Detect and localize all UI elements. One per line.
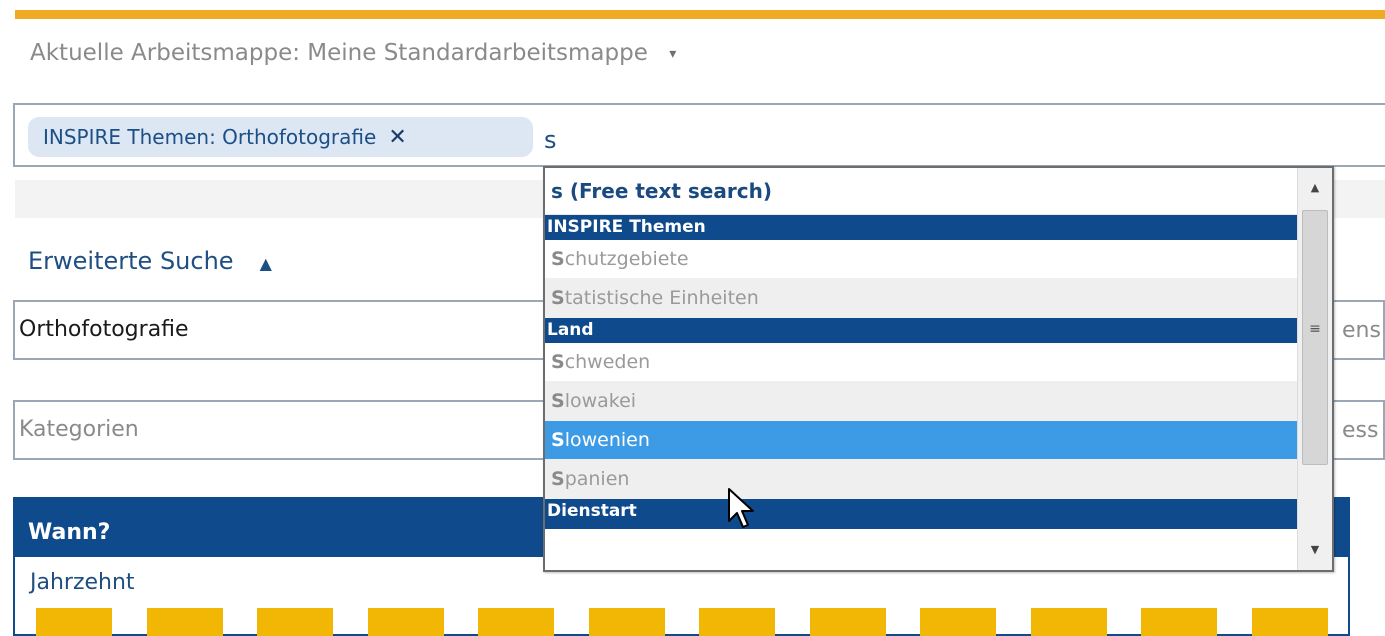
option-spanien[interactable]: Spanien bbox=[545, 460, 1298, 499]
option-match: S bbox=[551, 351, 565, 373]
option-rest: tatistische Einheiten bbox=[564, 287, 759, 309]
decade-bar[interactable] bbox=[478, 608, 554, 636]
option-match: S bbox=[551, 468, 565, 490]
group-header-land: Land bbox=[545, 318, 1298, 343]
wann-title: Wann? bbox=[28, 520, 111, 545]
theme-field-side-text: ens bbox=[1342, 318, 1381, 343]
autocomplete-list: s (Free text search) INSPIRE Themen Schu… bbox=[545, 168, 1298, 529]
option-match: S bbox=[551, 248, 565, 270]
filter-tag-label: INSPIRE Themen: Orthofotografie bbox=[43, 125, 377, 149]
scroll-up-icon[interactable]: ▲ bbox=[1298, 168, 1332, 208]
option-statistische-einheiten[interactable]: Statistische Einheiten bbox=[545, 279, 1298, 318]
mouse-cursor-icon bbox=[728, 488, 754, 528]
decade-bar[interactable] bbox=[589, 608, 665, 636]
advanced-search-label: Erweiterte Suche bbox=[28, 247, 234, 275]
kategorien-field-side-text: ess bbox=[1342, 418, 1379, 443]
group-header-dienstart: Dienstart bbox=[545, 499, 1298, 529]
option-match: S bbox=[551, 287, 565, 309]
grip-icon: ≡ bbox=[1309, 321, 1321, 337]
decade-bar[interactable] bbox=[1141, 608, 1217, 636]
advanced-search-toggle[interactable]: Erweiterte Suche ▲ bbox=[28, 247, 272, 275]
filter-tag: INSPIRE Themen: Orthofotografie ✕ bbox=[28, 117, 533, 157]
option-rest: lowakei bbox=[564, 390, 637, 412]
scrollbar-thumb[interactable]: ≡ bbox=[1302, 210, 1328, 465]
option-rest: chutzgebiete bbox=[564, 248, 689, 270]
decade-bar[interactable] bbox=[1252, 608, 1328, 636]
option-rest: chweden bbox=[564, 351, 651, 373]
option-rest: panien bbox=[564, 468, 630, 490]
scroll-down-icon[interactable]: ▼ bbox=[1298, 530, 1332, 570]
workbook-label: Aktuelle Arbeitsmappe: Meine Standardarb… bbox=[30, 40, 648, 66]
chevron-down-icon[interactable]: ▾ bbox=[669, 46, 676, 62]
option-match: S bbox=[551, 390, 565, 412]
option-schweden[interactable]: Schweden bbox=[545, 343, 1298, 382]
decade-bar[interactable] bbox=[920, 608, 996, 636]
option-slowakei[interactable]: Slowakei bbox=[545, 382, 1298, 421]
dropdown-scrollbar[interactable]: ▲ ≡ ▼ bbox=[1297, 168, 1332, 570]
free-text-search-option[interactable]: s (Free text search) bbox=[545, 168, 1298, 215]
decade-bar[interactable] bbox=[36, 608, 112, 636]
decade-bar[interactable] bbox=[368, 608, 444, 636]
group-header-inspire: INSPIRE Themen bbox=[545, 215, 1298, 240]
decade-bar[interactable] bbox=[1031, 608, 1107, 636]
decade-bar[interactable] bbox=[699, 608, 775, 636]
option-schutzgebiete[interactable]: Schutzgebiete bbox=[545, 240, 1298, 279]
option-slowenien[interactable]: Slowenien bbox=[545, 421, 1298, 460]
option-match: S bbox=[551, 429, 565, 451]
search-input[interactable]: s bbox=[544, 126, 557, 154]
decade-bars bbox=[36, 608, 1336, 636]
decade-bar[interactable] bbox=[147, 608, 223, 636]
autocomplete-dropdown[interactable]: s (Free text search) INSPIRE Themen Schu… bbox=[543, 166, 1334, 572]
decade-bar[interactable] bbox=[810, 608, 886, 636]
close-icon[interactable]: ✕ bbox=[388, 125, 406, 150]
triangle-up-icon: ▲ bbox=[259, 254, 272, 273]
top-accent-bar bbox=[15, 10, 1385, 19]
decade-label: Jahrzehnt bbox=[30, 570, 135, 595]
workbook-selector[interactable]: Aktuelle Arbeitsmappe: Meine Standardarb… bbox=[30, 40, 676, 66]
decade-bar[interactable] bbox=[257, 608, 333, 636]
option-rest: lowenien bbox=[564, 429, 650, 451]
